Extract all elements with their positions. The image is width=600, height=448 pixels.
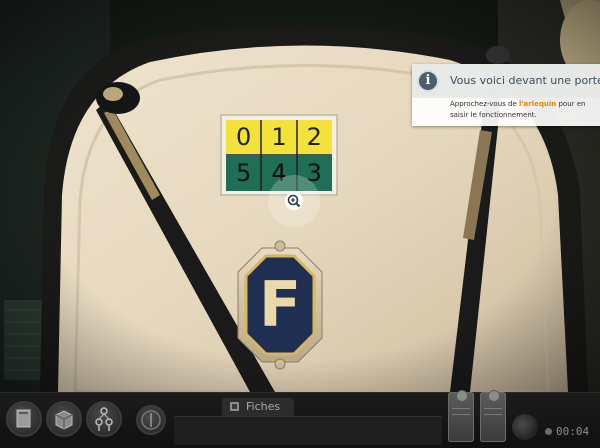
plaque-letter: F xyxy=(258,268,302,341)
info-popup: i Vous voici devant une porte. Approchez… xyxy=(412,64,600,126)
slot-line xyxy=(484,408,502,409)
box-icon xyxy=(55,410,73,430)
timer: 00:04 xyxy=(556,425,590,438)
zoom-hotspot[interactable] xyxy=(268,175,320,227)
gauge-icon xyxy=(512,414,538,440)
keys-button[interactable] xyxy=(86,401,122,437)
zoom-in-icon xyxy=(285,192,303,210)
arlequin-top-row: 0 1 2 xyxy=(226,120,332,154)
info-title: Vous voici devant une porte. xyxy=(450,74,600,87)
book-button[interactable] xyxy=(6,401,42,437)
compass-icon xyxy=(141,410,161,430)
info-highlight: l'arlequin xyxy=(519,100,557,108)
arlequin-digit: 1 xyxy=(271,123,287,151)
item-slot-1[interactable] xyxy=(448,390,474,442)
slot-line xyxy=(484,414,502,415)
fiches-panel xyxy=(174,416,442,445)
slot-line xyxy=(452,414,470,415)
timer-icon xyxy=(545,428,552,435)
info-text-before: Approchez-vous de xyxy=(450,100,519,108)
fiches-label: Fiches xyxy=(246,400,281,413)
info-text: Approchez-vous de l'arlequin pour en sai… xyxy=(450,99,596,121)
arlequin-digit: 2 xyxy=(306,123,322,151)
arlequin-digit: 0 xyxy=(236,123,252,151)
info-icon: i xyxy=(417,70,439,92)
slot-line xyxy=(452,408,470,409)
item-slot-2[interactable] xyxy=(480,390,506,442)
arlequin-digit: 5 xyxy=(236,159,252,187)
keys-icon xyxy=(95,407,113,431)
compass-button[interactable] xyxy=(136,405,166,435)
fiches-icon xyxy=(230,402,239,411)
slot-knob-icon xyxy=(456,390,468,402)
box-button[interactable] xyxy=(46,401,82,437)
slot-knob-icon xyxy=(488,390,500,402)
book-icon xyxy=(16,409,31,428)
fiches-tab[interactable]: Fiches xyxy=(222,398,294,416)
